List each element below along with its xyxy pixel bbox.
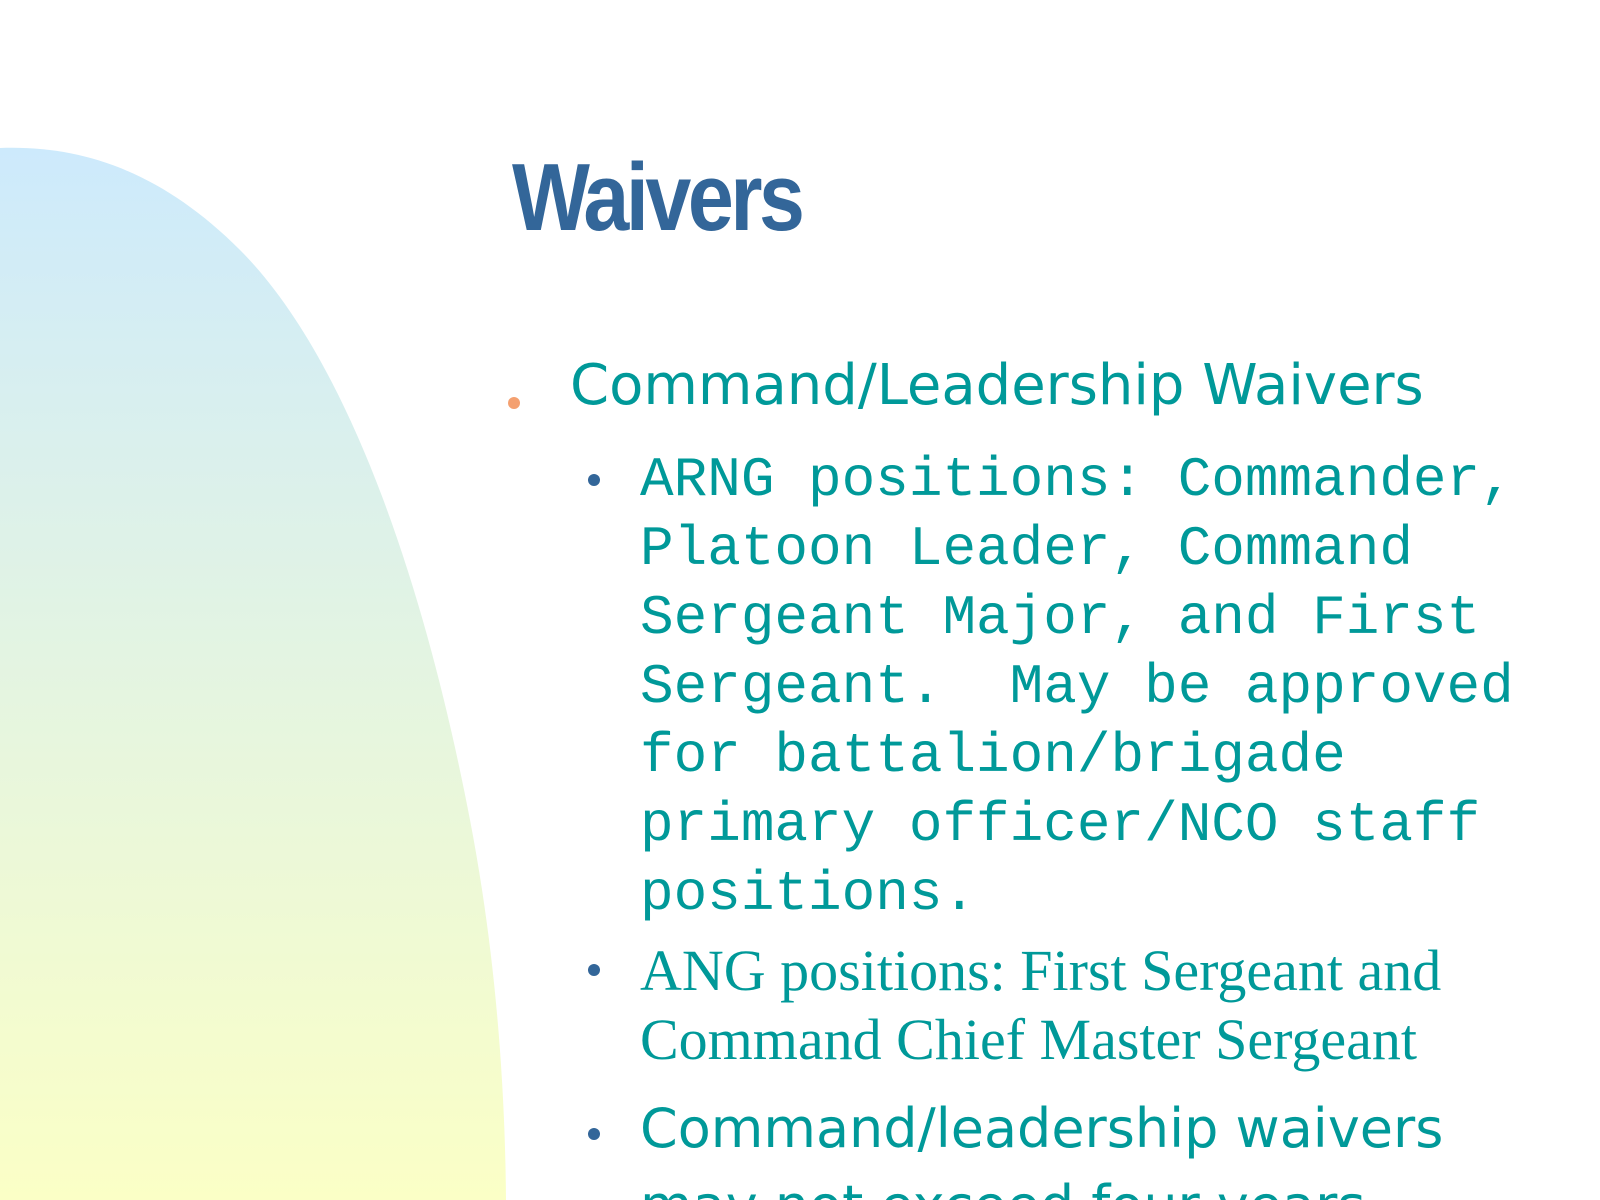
bullet-dot-icon — [588, 964, 600, 976]
slide: Waivers Command/Leadership Waivers ARNG … — [0, 0, 1600, 1200]
bullet-dot-icon — [588, 1128, 600, 1140]
bullet-arng-positions-text: ARNG positions: Commander, Platoon Leade… — [640, 448, 1548, 926]
bullet-dot-icon — [588, 474, 600, 486]
bullet-dot-icon — [508, 397, 520, 409]
bullet-level1-text: Command/Leadership Waivers — [570, 353, 1424, 418]
bullet-ang-positions-text: ANG positions: First Sergeant and Comman… — [640, 938, 1442, 1072]
bullet-waiver-limit-text: Command/leadership waivers may not excee… — [640, 1097, 1444, 1200]
slide-title: Waivers — [512, 144, 805, 251]
